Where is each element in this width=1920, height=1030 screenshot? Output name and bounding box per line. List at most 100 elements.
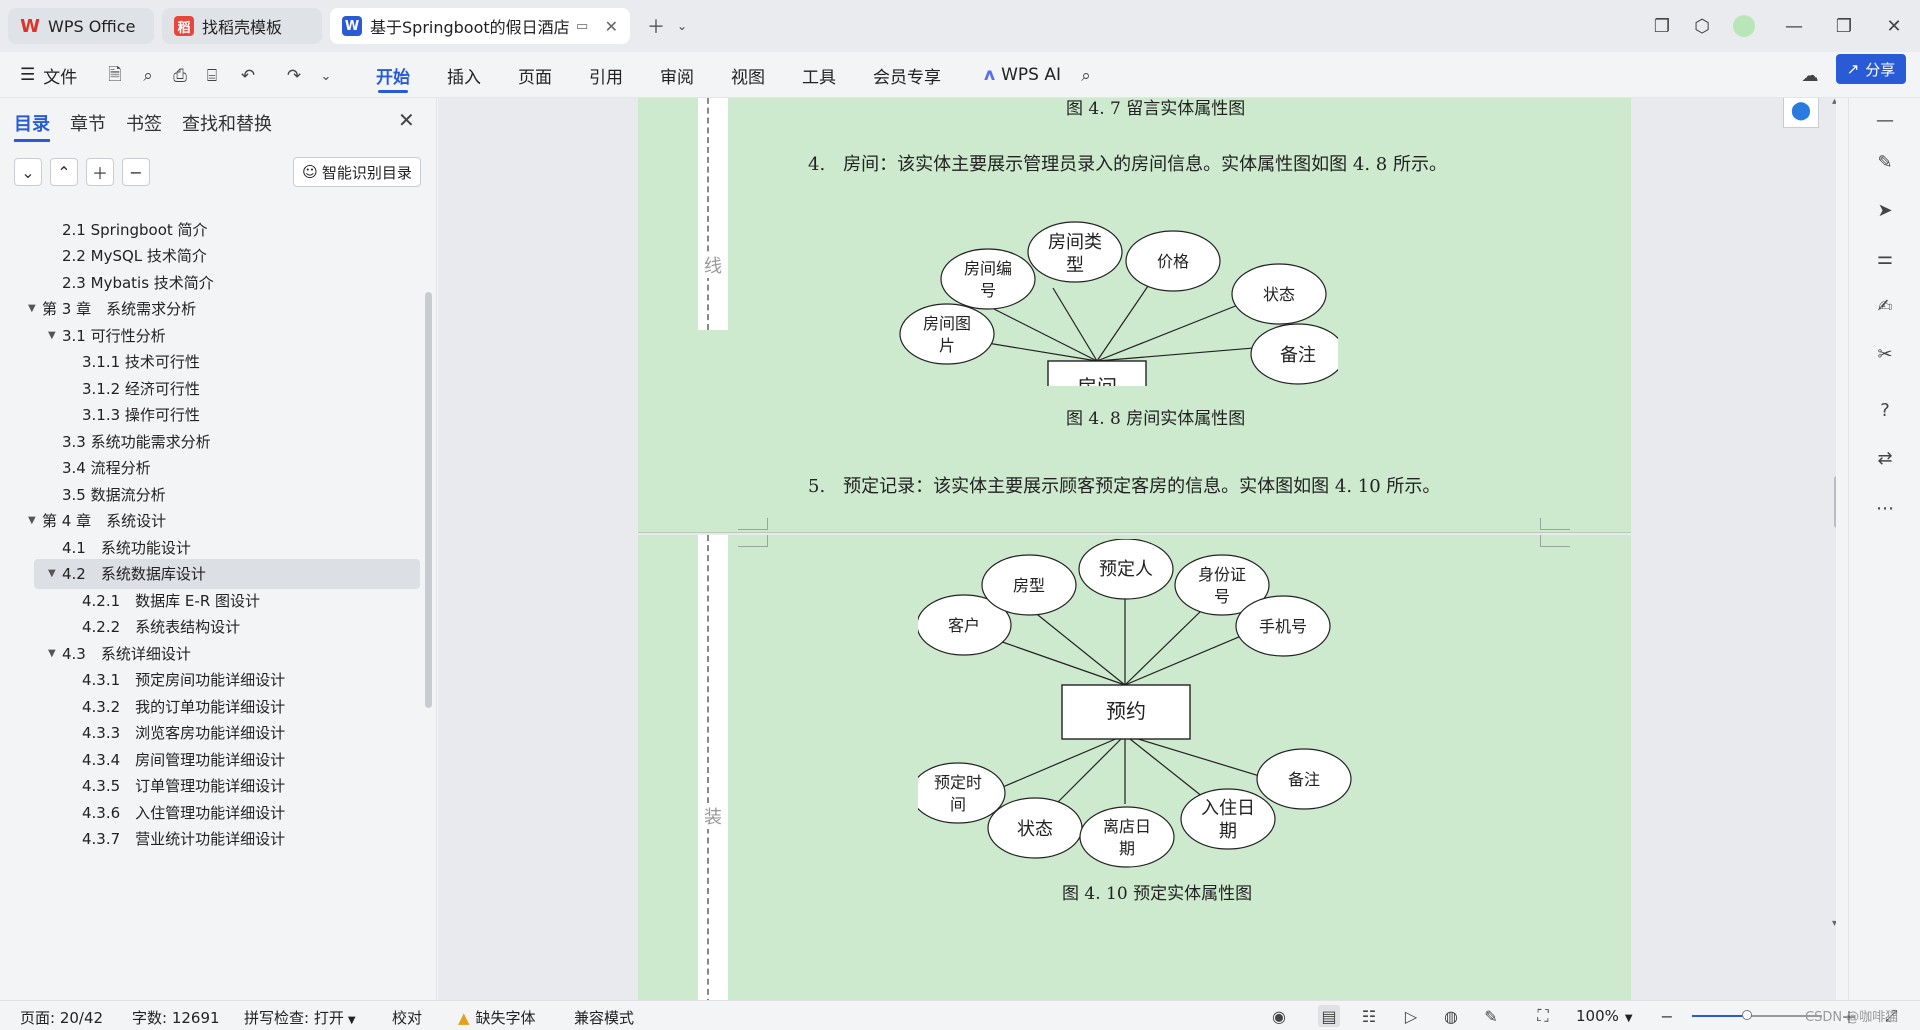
remove-heading-icon[interactable]: −: [122, 158, 150, 186]
cursor-icon[interactable]: ➤: [1873, 198, 1897, 222]
tab-list-chevron-icon[interactable]: ⌄: [666, 10, 698, 42]
share-button[interactable]: ↗ 分享: [1836, 54, 1906, 84]
minus-icon[interactable]: —: [1873, 108, 1897, 132]
spell-check-toggle[interactable]: 拼写检查: 打开 ▼: [244, 1007, 356, 1028]
scroll-up-icon[interactable]: ▴: [1832, 98, 1836, 107]
toc-item[interactable]: ▼ 第 4 章 系统设计: [28, 506, 166, 536]
toc-item[interactable]: 4.3.5 订单管理功能详细设计: [82, 771, 285, 801]
restore-icon[interactable]: ❐: [1828, 10, 1860, 42]
pen-icon[interactable]: ✎: [1873, 150, 1897, 174]
nav-tab-chapters[interactable]: 章节: [70, 110, 106, 136]
outline-view-icon[interactable]: ☷: [1358, 1005, 1380, 1027]
toc-item[interactable]: ▼ 4.3 系统详细设计: [48, 638, 191, 668]
close-window-icon[interactable]: ✕: [1878, 10, 1910, 42]
toc-item[interactable]: 4.3.2 我的订单功能详细设计: [82, 691, 285, 721]
scroll-down-icon[interactable]: ▾: [1832, 918, 1836, 929]
menu-view[interactable]: 视图: [731, 60, 765, 90]
toc-item[interactable]: 3.4 流程分析: [62, 453, 151, 483]
fit-page-icon[interactable]: ⛶: [1532, 1005, 1554, 1027]
nav-scrollbar[interactable]: [425, 292, 432, 708]
tools-icon[interactable]: ✂: [1873, 342, 1897, 366]
toc-item[interactable]: 2.3 Mybatis 技术简介: [62, 267, 214, 297]
tab-docer-templates[interactable]: 稻 找稻壳模板: [162, 8, 322, 44]
more-chevron-icon[interactable]: ⌄: [314, 64, 338, 88]
pen-view-icon[interactable]: ✎: [1480, 1005, 1502, 1027]
cube-icon[interactable]: ⬡: [1686, 10, 1718, 42]
monitor-icon[interactable]: ▭: [576, 19, 588, 34]
toc-item[interactable]: 3.1.2 经济可行性: [82, 373, 200, 403]
nav-tab-bookmarks[interactable]: 书签: [126, 110, 162, 136]
toc-item[interactable]: 3.5 数据流分析: [62, 479, 166, 509]
more-icon[interactable]: ⋯: [1873, 496, 1897, 520]
expand-arrow-icon[interactable]: ▼: [48, 330, 62, 341]
toc-item[interactable]: 3.1.3 操作可行性: [82, 400, 200, 430]
undo-icon[interactable]: ↶: [236, 64, 260, 88]
menu-reference[interactable]: 引用: [589, 60, 623, 90]
tab-document[interactable]: W 基于Springboot的假日酒店管 ▭ ✕: [330, 8, 630, 44]
collapse-all-icon[interactable]: ⌄: [14, 158, 42, 186]
location-pin-icon[interactable]: ⬤: [1783, 98, 1819, 128]
print-preview-icon[interactable]: ⌸: [200, 64, 224, 88]
redo-icon[interactable]: ↷: [282, 64, 306, 88]
nav-tab-toc[interactable]: 目录: [14, 110, 50, 142]
close-tab-icon[interactable]: ✕: [605, 17, 618, 36]
zoom-out-icon[interactable]: −: [1656, 1005, 1678, 1027]
translate-icon[interactable]: ⇄: [1873, 446, 1897, 470]
eye-icon[interactable]: ◉: [1268, 1005, 1290, 1027]
tab-wps-office[interactable]: W WPS Office: [8, 8, 154, 44]
doc-scrollbar[interactable]: [1834, 476, 1836, 528]
menu-home[interactable]: 开始: [376, 60, 410, 93]
expand-up-icon[interactable]: ⌃: [50, 158, 78, 186]
help-icon[interactable]: ?: [1873, 398, 1897, 422]
zoom-slider[interactable]: [1692, 1010, 1822, 1020]
save-icon[interactable]: 🗎: [103, 64, 127, 88]
toc-item[interactable]: 4.2.1 数据库 E-R 图设计: [82, 585, 260, 615]
word-count[interactable]: 字数: 12691: [132, 1007, 220, 1028]
menu-page[interactable]: 页面: [518, 60, 552, 90]
web-view-icon[interactable]: ◍: [1440, 1005, 1462, 1027]
toc-item[interactable]: 4.1 系统功能设计: [62, 532, 191, 562]
file-menu[interactable]: ☰ 文件: [20, 60, 77, 90]
proofread-button[interactable]: 校对: [392, 1007, 422, 1028]
toc-item[interactable]: 4.2.2 系统表结构设计: [82, 612, 240, 642]
nav-tab-find-replace[interactable]: 查找和替换: [182, 110, 272, 136]
sliders-icon[interactable]: ⚌: [1873, 246, 1897, 270]
missing-font-button[interactable]: ▲ 缺失字体: [458, 1007, 536, 1028]
user-avatar[interactable]: [1728, 10, 1760, 42]
toc-item[interactable]: ▼ 3.1 可行性分析: [48, 320, 166, 350]
search-icon[interactable]: ⌕: [1074, 64, 1098, 88]
toc-item[interactable]: 3.1.1 技术可行性: [82, 347, 200, 377]
format-painter-icon[interactable]: ⌕: [136, 64, 160, 88]
toc-item[interactable]: 4.3.1 预定房间功能详细设计: [82, 665, 285, 695]
menu-insert[interactable]: 插入: [447, 60, 481, 90]
expand-arrow-icon[interactable]: ▼: [48, 648, 62, 659]
expand-arrow-icon[interactable]: ▼: [28, 303, 42, 314]
minimize-icon[interactable]: —: [1778, 10, 1810, 42]
smart-toc-button[interactable]: ☺ 智能识别目录: [293, 157, 421, 187]
toc-item[interactable]: 4.3.6 入住管理功能详细设计: [82, 797, 285, 827]
toc-item[interactable]: ▼ 4.2 系统数据库设计: [34, 558, 420, 589]
play-icon[interactable]: ▷: [1400, 1005, 1422, 1027]
cloud-sync-icon[interactable]: ☁: [1798, 64, 1822, 88]
toc-item[interactable]: 4.3.3 浏览客房功能详细设计: [82, 718, 285, 748]
expand-arrow-icon[interactable]: ▼: [48, 568, 62, 579]
menu-tools[interactable]: 工具: [802, 60, 836, 90]
note-icon[interactable]: ✍: [1873, 294, 1897, 318]
close-nav-icon[interactable]: ✕: [398, 108, 415, 132]
page-view-icon[interactable]: ▤: [1318, 1005, 1340, 1027]
add-heading-icon[interactable]: ＋: [86, 158, 114, 186]
window-layout-icon[interactable]: ❐: [1646, 10, 1678, 42]
toc-item[interactable]: 2.2 MySQL 技术简介: [62, 241, 207, 271]
menu-review[interactable]: 审阅: [660, 60, 694, 90]
wps-ai-button[interactable]: ʌ WPS AI: [984, 60, 1061, 90]
toc-item[interactable]: ▼ 第 3 章 系统需求分析: [28, 294, 196, 324]
toc-item[interactable]: 4.3.7 营业统计功能详细设计: [82, 824, 285, 854]
print-icon[interactable]: ⎙: [168, 64, 192, 88]
menu-vip[interactable]: 会员专享: [873, 60, 941, 90]
zoom-slider-knob[interactable]: [1741, 1010, 1752, 1020]
page-count[interactable]: 页面: 20/42: [20, 1007, 103, 1028]
toc-item[interactable]: 2.1 Springboot 简介: [62, 214, 208, 244]
toc-item[interactable]: 4.3.4 房间管理功能详细设计: [82, 744, 285, 774]
zoom-level[interactable]: 100% ▼: [1576, 1007, 1633, 1025]
expand-arrow-icon[interactable]: ▼: [28, 515, 42, 526]
